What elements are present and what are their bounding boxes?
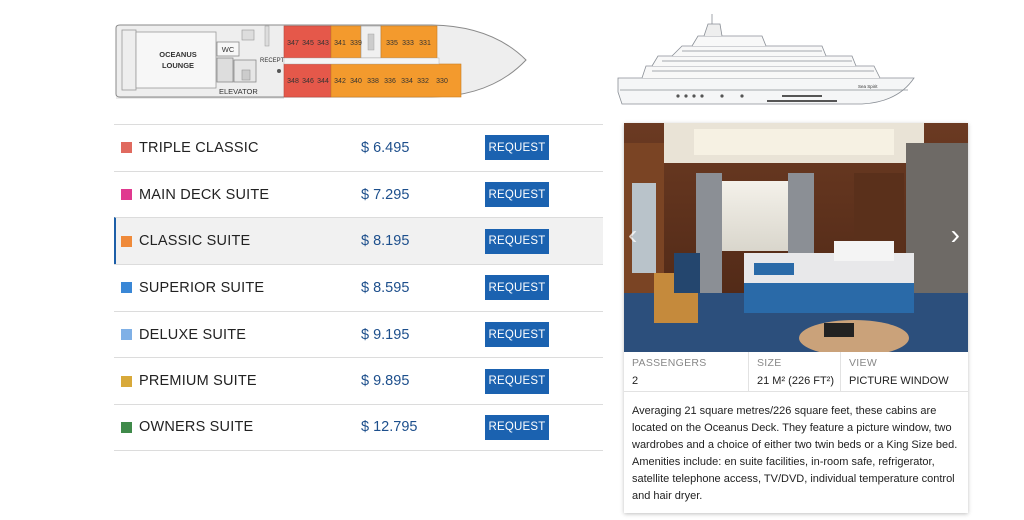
cabin-name[interactable]: PREMIUM SUITE xyxy=(139,373,257,389)
cabin-price: $ 8.595 xyxy=(361,279,410,296)
request-button[interactable]: REQUEST xyxy=(485,135,549,161)
cabin-number: 335 xyxy=(386,40,398,47)
cabin-number: 333 xyxy=(402,40,414,47)
cabin-price: $ 7.295 xyxy=(361,186,410,203)
chevron-right-icon[interactable]: › xyxy=(951,219,960,251)
view-value: PICTURE WINDOW xyxy=(849,375,949,387)
size-spec: SIZE 21 M² (226 FT²) xyxy=(748,352,840,392)
cabin-number: 332 xyxy=(417,78,429,85)
cabin-detail-card: ‹ › PASSENGERS 2 SIZE 21 M² (226 FT²) VI… xyxy=(624,123,968,513)
cabin-number: 345 xyxy=(302,40,314,47)
ship-profile-illustration: Sea Spirit xyxy=(617,14,915,105)
view-label: VIEW xyxy=(849,357,878,369)
cabin-number: 334 xyxy=(401,78,413,85)
ship-name-label: Sea Spirit xyxy=(858,84,878,89)
cabin-number: 346 xyxy=(302,78,314,85)
passengers-label: PASSENGERS xyxy=(632,357,707,369)
cabin-number: 342 xyxy=(334,78,346,85)
cabin-number: 336 xyxy=(384,78,396,85)
cabin-description: Averaging 21 square metres/226 square fe… xyxy=(632,405,958,502)
chevron-left-icon[interactable]: ‹ xyxy=(628,219,637,251)
deck-plan: OCEANUS LOUNGE WC RECEPTION ELEVATOR 347… xyxy=(115,24,527,99)
cabin-color-swatch xyxy=(121,329,132,341)
cabin-number: 330 xyxy=(436,78,448,85)
request-button[interactable]: REQUEST xyxy=(485,275,549,301)
cabin-name[interactable]: MAIN DECK SUITE xyxy=(139,187,269,203)
cabin-number: 340 xyxy=(350,78,362,85)
request-button[interactable]: REQUEST xyxy=(485,228,549,254)
cabin-photo: ‹ › xyxy=(624,123,968,352)
size-value: 21 M² (226 FT²) xyxy=(757,375,835,387)
cabin-number: 331 xyxy=(419,40,431,47)
cabin-price: $ 9.195 xyxy=(361,326,410,343)
request-button[interactable]: REQUEST xyxy=(485,182,549,208)
cabin-name[interactable]: TRIPLE CLASSIC xyxy=(139,140,259,156)
passengers-value: 2 xyxy=(632,375,639,387)
lounge-label: OCEANUS xyxy=(159,50,197,59)
cabin-name[interactable]: SUPERIOR SUITE xyxy=(139,280,264,296)
view-spec: VIEW PICTURE WINDOW xyxy=(840,352,968,392)
lounge-label-2: LOUNGE xyxy=(162,61,194,70)
cabin-color-swatch xyxy=(121,375,132,387)
cabin-number: 338 xyxy=(367,78,379,85)
cabin-number: 344 xyxy=(317,78,329,85)
request-button[interactable]: REQUEST xyxy=(485,322,549,348)
cabin-color-swatch xyxy=(121,421,132,433)
request-button[interactable]: REQUEST xyxy=(485,414,549,440)
request-button[interactable]: REQUEST xyxy=(485,368,549,394)
cabin-number: 339 xyxy=(350,40,362,47)
elevator-label: ELEVATOR xyxy=(219,87,258,96)
cabin-price: $ 8.195 xyxy=(361,233,410,250)
cabin-color-swatch xyxy=(121,235,132,247)
cabin-number: 348 xyxy=(287,78,299,85)
cabin-specs: PASSENGERS 2 SIZE 21 M² (226 FT²) VIEW P… xyxy=(624,352,968,392)
cabin-color-swatch xyxy=(121,282,132,294)
cabin-number: 343 xyxy=(317,40,329,47)
cabin-price: $ 12.795 xyxy=(361,419,418,436)
cabin-color-swatch xyxy=(121,142,132,154)
cabin-row[interactable]: SUPERIOR SUITE $ 8.595 REQUEST xyxy=(114,264,603,311)
cabin-number: 347 xyxy=(287,40,299,47)
cabin-price: $ 6.495 xyxy=(361,139,410,156)
cabin-number: 341 xyxy=(334,40,346,47)
cabin-row[interactable]: PREMIUM SUITE $ 9.895 REQUEST xyxy=(114,357,603,404)
wc-label: WC xyxy=(222,45,235,54)
cabin-price: $ 9.895 xyxy=(361,373,410,390)
cabin-row[interactable]: TRIPLE CLASSIC $ 6.495 REQUEST xyxy=(114,124,603,171)
cabin-row[interactable]: DELUXE SUITE $ 9.195 REQUEST xyxy=(114,310,603,358)
cabin-category-list: TRIPLE CLASSIC $ 6.495 REQUEST MAIN DECK SU… xyxy=(114,124,603,451)
size-label: SIZE xyxy=(757,357,782,369)
cabin-name[interactable]: OWNERS SUITE xyxy=(139,419,253,435)
cabin-row[interactable]: CLASSIC SUITE $ 8.195 REQUEST xyxy=(114,217,603,265)
passengers-spec: PASSENGERS 2 xyxy=(624,352,748,392)
cabin-row[interactable]: MAIN DECK SUITE $ 7.295 REQUEST xyxy=(114,170,603,218)
cabin-name[interactable]: DELUXE SUITE xyxy=(139,327,246,343)
cabin-row[interactable]: OWNERS SUITE $ 12.795 REQUEST xyxy=(114,404,603,451)
cabin-color-swatch xyxy=(121,189,132,201)
cabin-name[interactable]: CLASSIC SUITE xyxy=(139,233,250,249)
